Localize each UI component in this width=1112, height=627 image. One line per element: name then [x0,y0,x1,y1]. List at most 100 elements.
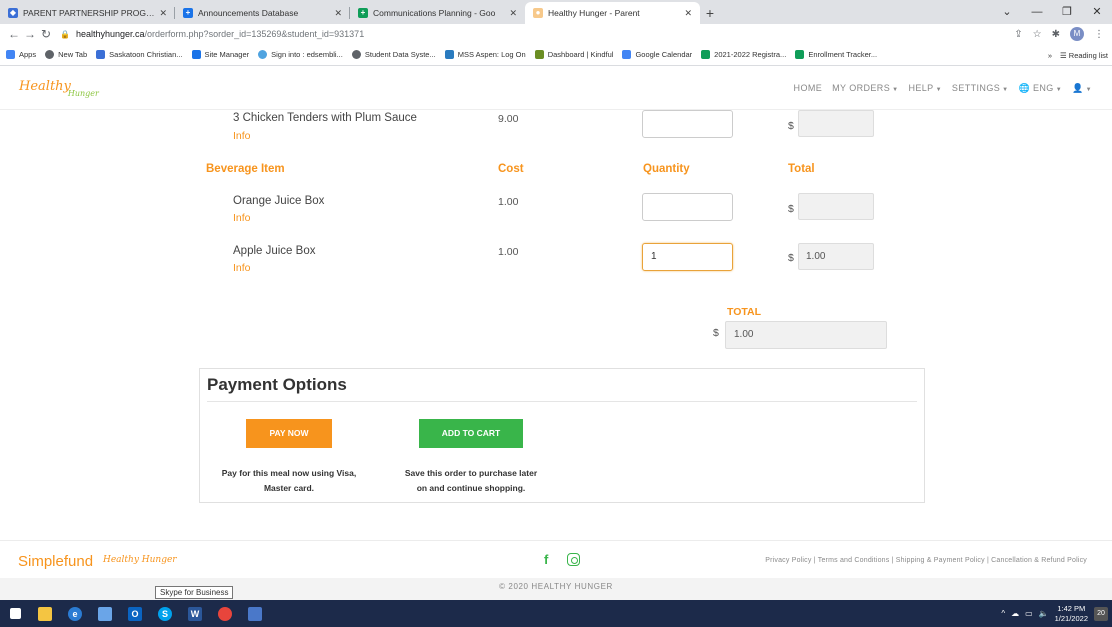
star-icon[interactable]: ☆ [1033,29,1042,40]
taskbar-word[interactable]: W [180,600,210,627]
bookmark-google-calendar[interactable]: Google Calendar [622,50,692,59]
word-icon: W [188,606,202,621]
beverage-name: Orange Juice Box [233,195,325,207]
nav-settings[interactable]: SETTINGS ▼ [952,83,1009,94]
bookmark-enrollment[interactable]: Enrollment Tracker... [795,50,877,59]
tab-healthy-hunger[interactable]: ● Healthy Hunger - Parent ✕ [525,2,700,24]
quantity-input[interactable] [642,110,733,138]
close-icon[interactable]: ✕ [334,8,342,19]
pay-now-button[interactable]: PAY NOW [246,419,332,448]
bookmark-kindful[interactable]: Dashboard | Kindful [534,50,613,59]
browser-tab-bar: ◆ PARENT PARTNERSHIP PROGRAM ✕ + Announc… [0,0,1112,24]
add-to-cart-button[interactable]: ADD TO CART [419,419,523,448]
healthy-hunger-logo-small[interactable]: Healthy Hunger [103,555,177,565]
reload-icon[interactable]: ↻ [38,27,54,41]
beverage-total-field [798,193,874,220]
bookmark-mss-aspen[interactable]: MSS Aspen: Log On [444,50,526,59]
quantity-header: Quantity [643,163,690,175]
tab-parent-partnership[interactable]: ◆ PARENT PARTNERSHIP PROGRAM ✕ [0,2,175,24]
taskbar-edge[interactable]: e [60,600,90,627]
caret-down-icon: ▼ [1002,87,1009,93]
windows-taskbar: e O S W ^ ☁ ▭ 🔈 1:42 PM 1/21/2022 20 [0,600,1112,627]
facebook-icon[interactable]: f [544,552,548,567]
total-header: Total [788,163,815,175]
cost-header: Cost [498,163,524,175]
chevron-up-icon[interactable]: ^ [1001,609,1005,618]
caret-down-icon: ▼ [935,87,942,93]
taskbar-skype[interactable]: S [150,600,180,627]
bookmark-site-manager[interactable]: Site Manager [191,50,249,59]
site-nav: HOME MY ORDERS ▼ HELP ▼ SETTINGS ▼ 🌐 ENG ▼ 👤… [794,83,1092,94]
restore-icon[interactable]: ❐ [1052,0,1082,24]
start-button[interactable] [0,600,30,627]
taskbar-chrome[interactable] [210,600,240,627]
sheets-icon: + [358,8,368,18]
grand-total-field: 1.00 [725,321,887,349]
healthy-hunger-logo[interactable]: HealthyHunger [19,79,102,98]
quantity-input[interactable] [642,193,733,221]
taskbar-app[interactable] [90,600,120,627]
apps-grid-icon [6,50,15,59]
beverage-info-link[interactable]: Info [233,212,251,224]
reading-list-button[interactable]: ☰ Reading list [1060,51,1108,60]
bookmark-saskatoon[interactable]: Saskatoon Christian... [96,50,183,59]
bookmark-student-data[interactable]: Student Data Syste... [351,50,436,59]
item-cost: 9.00 [498,113,519,125]
folder-icon [38,606,52,621]
menu-icon[interactable]: ⋮ [1094,29,1104,40]
window-controls: ⌄ — ❐ ✕ [992,0,1112,24]
nav-help[interactable]: HELP ▼ [908,83,941,94]
tab-announcements[interactable]: + Announcements Database ✕ [175,2,350,24]
taskbar-file-explorer[interactable] [30,600,60,627]
item-info-link[interactable]: Info [233,130,251,142]
bookmark-registration[interactable]: 2021-2022 Registra... [701,50,786,59]
volume-icon[interactable]: 🔈 [1039,609,1049,618]
tab-communications-planning[interactable]: + Communications Planning - Goo ✕ [350,2,525,24]
extensions-icon[interactable]: ✱ [1052,29,1060,40]
nav-language[interactable]: 🌐 ENG ▼ [1018,83,1062,94]
bookmark-new-tab[interactable]: New Tab [45,50,87,59]
system-tray: ^ ☁ ▭ 🔈 1:42 PM 1/21/2022 20 [1001,600,1108,627]
caret-down-icon: ▼ [892,87,899,93]
nav-home[interactable]: HOME [794,83,823,94]
more-bookmarks-icon[interactable]: » [1048,51,1052,60]
beverage-info-link[interactable]: Info [233,262,251,274]
tab-search-icon[interactable]: ⌄ [992,0,1022,24]
bookmark-apps[interactable]: Apps [6,50,36,59]
close-icon[interactable]: ✕ [509,8,517,19]
nav-user[interactable]: 👤 ▼ [1072,83,1092,94]
back-icon[interactable]: ← [6,27,22,41]
profile-avatar[interactable]: M [1070,27,1084,41]
close-icon[interactable]: ✕ [684,8,692,19]
close-icon[interactable]: ✕ [159,8,167,19]
new-tab-button[interactable]: + [700,2,720,24]
bookmark-edsembli[interactable]: Sign into : edsembli... [258,50,343,59]
user-icon: 👤 [1072,83,1084,93]
taskbar-outlook[interactable]: O [120,600,150,627]
quantity-input[interactable]: 1 [642,243,733,271]
simplefund-logo[interactable]: Simplefund [18,553,93,570]
share-icon[interactable]: ⇪ [1014,29,1022,40]
minimize-icon[interactable]: — [1022,0,1052,24]
instagram-icon[interactable] [567,553,580,566]
shield-icon: ◆ [8,8,18,18]
app-icon [98,606,112,621]
globe-icon [351,50,361,59]
notifications-badge[interactable]: 20 [1094,606,1108,621]
outlook-icon: O [128,606,142,621]
taskbar-app-2[interactable] [240,600,270,627]
edsembli-icon [258,50,268,59]
footer-policy-links[interactable]: Privacy Policy | Terms and Conditions | … [765,557,1087,564]
globe-icon: 🌐 [1018,83,1031,93]
address-bar[interactable]: 🔒 healthyhunger.ca/orderform.php?sorder_… [60,25,364,43]
site-manager-icon [191,50,201,59]
nav-my-orders[interactable]: MY ORDERS ▼ [832,83,898,94]
chrome-icon [218,606,232,621]
windows-logo-icon [9,608,21,619]
close-window-icon[interactable]: ✕ [1082,0,1112,24]
network-icon[interactable]: ▭ [1025,609,1033,618]
system-clock[interactable]: 1:42 PM 1/21/2022 [1055,604,1088,624]
forward-icon[interactable]: → [22,27,38,41]
currency-symbol: $ [713,327,719,339]
onedrive-icon[interactable]: ☁ [1011,609,1019,618]
